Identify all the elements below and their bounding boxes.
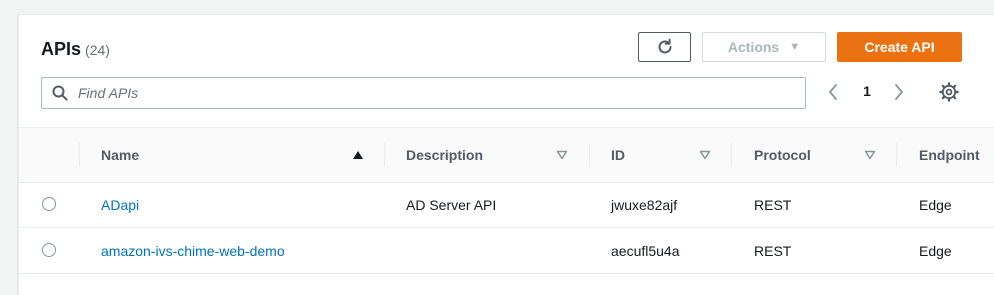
- api-count: (24): [85, 42, 110, 58]
- table-row[interactable]: amazon-ivs-chime-web-demo aecufl5u4a RES…: [19, 228, 994, 274]
- sort-icon[interactable]: [699, 128, 711, 182]
- column-header-name[interactable]: Name: [101, 128, 139, 182]
- page-title-text: APIs: [41, 39, 82, 59]
- chevron-left-icon[interactable]: [823, 82, 843, 102]
- api-name-link[interactable]: ADapi: [101, 197, 139, 213]
- actions-dropdown-button[interactable]: Actions ▼: [702, 32, 826, 62]
- api-endpoint: Edge: [919, 196, 952, 213]
- gear-icon[interactable]: [939, 82, 959, 102]
- table-header: Name Description ID Protocol Endpoint: [19, 127, 994, 183]
- api-protocol: REST: [754, 196, 792, 213]
- refresh-icon: [658, 38, 671, 54]
- actions-label: Actions: [727, 39, 780, 55]
- api-id: aecufl5u4a: [611, 242, 680, 259]
- row-select-radio[interactable]: [42, 243, 56, 257]
- column-divider: [731, 143, 732, 167]
- column-header-endpoint[interactable]: Endpoint: [919, 128, 980, 182]
- api-protocol: REST: [754, 242, 792, 259]
- apis-panel: APIs(24) Actions ▼ Create API 1: [18, 14, 994, 295]
- column-divider: [896, 143, 897, 167]
- column-header-id[interactable]: ID: [611, 128, 625, 182]
- api-endpoint: Edge: [919, 242, 952, 259]
- row-select-radio[interactable]: [42, 197, 56, 211]
- api-id: jwuxe82ajf: [611, 196, 678, 213]
- column-header-protocol[interactable]: Protocol: [754, 128, 811, 182]
- column-divider: [79, 143, 80, 167]
- chevron-right-icon[interactable]: [889, 82, 909, 102]
- api-description: AD Server API: [406, 196, 497, 213]
- sort-ascending-icon[interactable]: [352, 128, 364, 182]
- table-row[interactable]: ADapi AD Server API jwuxe82ajf REST Edge: [19, 182, 994, 228]
- api-name-link[interactable]: amazon-ivs-chime-web-demo: [101, 243, 285, 259]
- caret-down-icon: ▼: [789, 41, 801, 53]
- search-field[interactable]: [41, 77, 806, 109]
- sort-icon[interactable]: [556, 128, 568, 182]
- refresh-button[interactable]: [638, 32, 691, 62]
- column-divider: [589, 143, 590, 167]
- search-icon: [52, 85, 68, 101]
- column-divider: [384, 143, 385, 167]
- sort-icon[interactable]: [864, 128, 876, 182]
- pagination-current-page[interactable]: 1: [857, 83, 877, 99]
- page-title: APIs (24): [41, 39, 110, 60]
- create-api-button[interactable]: Create API: [837, 32, 962, 62]
- column-header-description[interactable]: Description: [406, 128, 483, 182]
- search-input[interactable]: [78, 78, 798, 108]
